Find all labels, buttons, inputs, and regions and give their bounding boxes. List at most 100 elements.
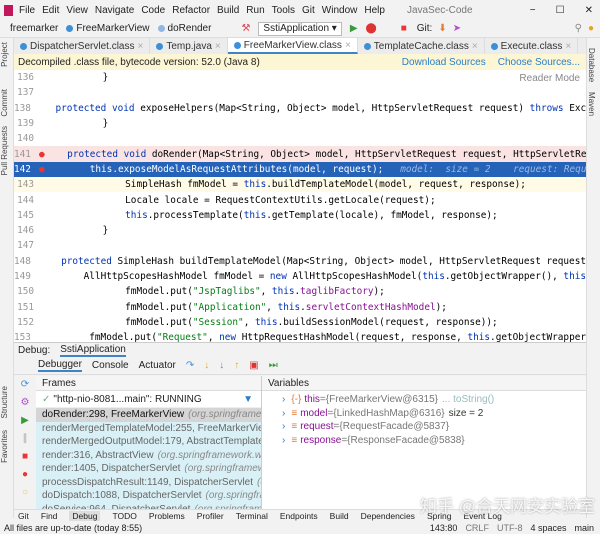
encoding[interactable]: UTF-8	[497, 523, 523, 533]
favorites-tool-tab[interactable]: Favorites	[0, 430, 9, 463]
stack-frame[interactable]: doRender:298, FreeMarkerView(org.springf…	[36, 408, 261, 422]
git-branch[interactable]: main	[574, 523, 594, 533]
stack-frame[interactable]: render:316, AbstractView(org.springframe…	[36, 449, 261, 463]
build-hammer-icon[interactable]: ⚒	[241, 23, 250, 34]
maximize-button[interactable]: ☐	[556, 5, 565, 16]
mute-breakpoints-icon[interactable]: ○	[16, 484, 34, 502]
menu-git[interactable]: Git	[302, 5, 315, 16]
menu-window[interactable]: Window	[322, 5, 358, 16]
menu-run[interactable]: Run	[246, 5, 264, 16]
menu-view[interactable]: View	[66, 5, 88, 16]
structure-tool-tab[interactable]: Structure	[0, 386, 9, 418]
choose-sources-link[interactable]: Choose Sources...	[498, 57, 580, 68]
stack-frame[interactable]: processDispatchResult:1149, DispatcherSe…	[36, 476, 261, 490]
variable-row[interactable]: ›{-}this = {FreeMarkerView@6315}... toSt…	[262, 393, 586, 407]
breakpoints-icon[interactable]: ●	[16, 466, 34, 484]
expand-chevron-icon[interactable]: ›	[282, 394, 285, 405]
project-tool-tab[interactable]: Project	[0, 42, 9, 67]
expand-chevron-icon[interactable]: ›	[282, 421, 285, 432]
debugger-tab[interactable]: Debugger	[38, 359, 82, 372]
stack-frame[interactable]: doDispatch:1088, DispatcherServlet(org.s…	[36, 489, 261, 503]
pull-requests-tool-tab[interactable]: Pull Requests	[0, 126, 9, 175]
debug-session-tab[interactable]: SstiApplication	[60, 344, 126, 357]
tool-tab-profiler[interactable]: Profiler	[197, 511, 224, 521]
resume-icon[interactable]: ▶	[16, 412, 34, 430]
stack-frame[interactable]: render:1405, DispatcherServlet(org.sprin…	[36, 462, 261, 476]
close-tab-icon[interactable]: ×	[215, 41, 221, 52]
console-tab[interactable]: Console	[92, 360, 129, 371]
rerun-icon[interactable]: ⟳	[16, 376, 34, 394]
pause-icon[interactable]: ∥	[16, 430, 34, 448]
step-into-icon[interactable]: ↓	[204, 360, 209, 371]
menu-build[interactable]: Build	[217, 5, 239, 16]
debug-icon[interactable]: ⬤	[366, 23, 377, 34]
editor-tab[interactable]: DispatcherServlet.class ×	[14, 38, 150, 54]
download-sources-link[interactable]: Download Sources	[402, 57, 486, 68]
thread-select[interactable]: ✓ "http-nio-8081...main": RUNNING ▼	[36, 391, 261, 408]
breadcrumb-package[interactable]: freemarker	[10, 23, 58, 34]
menu-help[interactable]: Help	[364, 5, 385, 16]
menu-navigate[interactable]: Navigate	[95, 5, 134, 16]
expand-chevron-icon[interactable]: ›	[282, 408, 285, 419]
variable-row[interactable]: ›≡model = {LinkedHashMap@6316}size = 2	[262, 407, 586, 421]
tool-tab-todo[interactable]: TODO	[112, 511, 136, 521]
run-config-select[interactable]: SstiApplication ▾	[258, 22, 341, 36]
filter-icon[interactable]: ▼	[243, 394, 253, 405]
menu-file[interactable]: File	[19, 5, 35, 16]
step-over-icon[interactable]: ↷	[186, 360, 194, 371]
maven-tool-tab[interactable]: Maven	[587, 92, 596, 116]
menu-refactor[interactable]: Refactor	[172, 5, 210, 16]
breadcrumb-class[interactable]: FreeMarkerView	[76, 23, 149, 34]
tool-tab-debug[interactable]: Debug	[69, 511, 100, 521]
tool-tab-find[interactable]: Find	[41, 511, 58, 521]
git-push-icon[interactable]: ➤	[453, 23, 461, 34]
close-tab-icon[interactable]: ×	[345, 40, 351, 51]
stop-icon[interactable]: ■	[16, 448, 34, 466]
menu-code[interactable]: Code	[141, 5, 165, 16]
tool-tab-terminal[interactable]: Terminal	[236, 511, 268, 521]
actuator-tab[interactable]: Actuator	[139, 360, 176, 371]
database-tool-tab[interactable]: Database	[587, 48, 596, 82]
minimize-button[interactable]: −	[530, 5, 536, 16]
run-to-cursor-icon[interactable]: ▣	[249, 360, 258, 371]
variable-row[interactable]: ›≡request = {RequestFacade@5837}	[262, 420, 586, 434]
tool-tab-build[interactable]: Build	[330, 511, 349, 521]
close-tab-icon[interactable]: ×	[472, 41, 478, 52]
code-line: 150 fmModel.put("JspTaglibs", this.tagli…	[14, 284, 586, 299]
expand-chevron-icon[interactable]: ›	[282, 435, 285, 446]
tool-tab-git[interactable]: Git	[18, 511, 29, 521]
code-editor[interactable]: 136 }137138 protected void exposeHelpers…	[14, 70, 586, 342]
reader-mode-toggle[interactable]: Reader Mode	[519, 73, 580, 84]
editor-tab[interactable]: Execute.class ×	[485, 38, 579, 54]
menu-edit[interactable]: Edit	[42, 5, 59, 16]
menu-tools[interactable]: Tools	[272, 5, 295, 16]
tool-tab-problems[interactable]: Problems	[149, 511, 185, 521]
stack-frame[interactable]: renderMergedTemplateModel:255, FreeMarke…	[36, 422, 261, 436]
editor-tab[interactable]: FreeMarkerView.class ×	[228, 38, 358, 54]
tool-tab-dependencies[interactable]: Dependencies	[361, 511, 415, 521]
editor-tab[interactable]: TemplateCache.class ×	[358, 38, 485, 54]
settings-icon[interactable]: ⚙	[16, 394, 34, 412]
tool-tab-endpoints[interactable]: Endpoints	[280, 511, 318, 521]
evaluate-icon[interactable]: ⏭	[269, 360, 278, 371]
caret-position[interactable]: 143:80	[430, 523, 458, 533]
gutter[interactable]: ●	[33, 164, 45, 175]
editor-tab[interactable]: Temp.java ×	[150, 38, 227, 54]
close-button[interactable]: ✕	[585, 5, 593, 16]
indent[interactable]: 4 spaces	[530, 523, 566, 533]
commit-tool-tab[interactable]: Commit	[0, 89, 9, 117]
run-icon[interactable]: ▶	[350, 23, 358, 34]
close-tab-icon[interactable]: ×	[565, 41, 571, 52]
git-update-icon[interactable]: ⬇	[438, 23, 446, 34]
search-icon[interactable]: ⚲	[575, 23, 582, 34]
gutter[interactable]: ●	[33, 149, 45, 160]
close-tab-icon[interactable]: ×	[137, 41, 143, 52]
update-icon[interactable]: ●	[588, 23, 594, 34]
stop-icon[interactable]: ■	[401, 23, 407, 34]
line-separator[interactable]: CRLF	[465, 523, 489, 533]
force-step-into-icon[interactable]: ↓	[219, 360, 224, 371]
variable-row[interactable]: ›≡response = {ResponseFacade@5838}	[262, 434, 586, 448]
stack-frame[interactable]: renderMergedOutputModel:179, AbstractTem…	[36, 435, 261, 449]
step-out-icon[interactable]: ↑	[234, 360, 239, 371]
breadcrumb-method[interactable]: doRender	[168, 23, 212, 34]
